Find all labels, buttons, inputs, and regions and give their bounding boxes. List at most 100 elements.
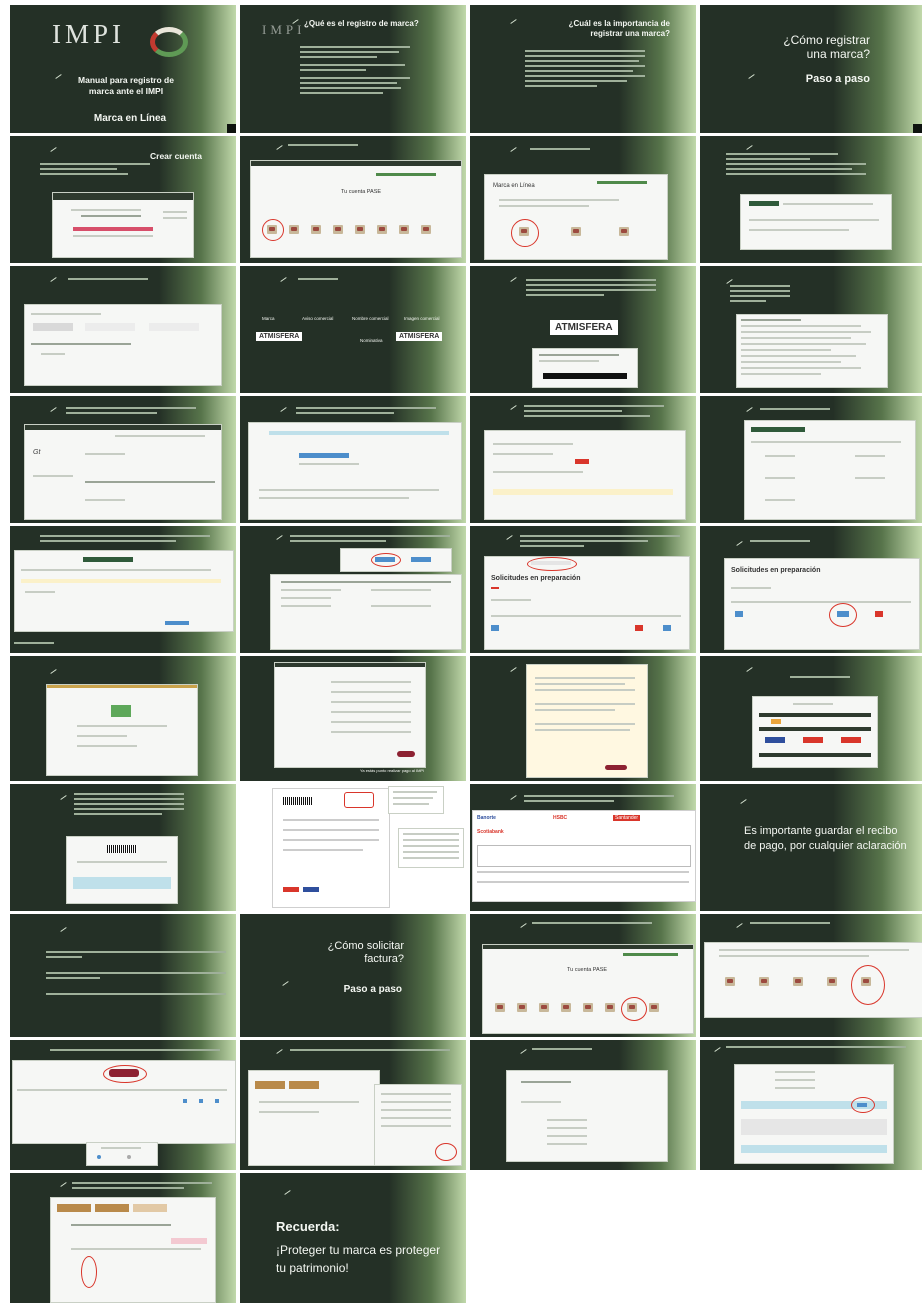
accept-button[interactable] [605,765,627,770]
slide-20[interactable]: Solicitudes en preparación [700,526,922,653]
slide-10[interactable]: Marca Aviso comercial Nombre comercial I… [240,266,466,393]
slide-2[interactable]: IMPI ¿Qué es el registro de marca? [240,5,466,133]
arrow-icon [60,1181,69,1187]
service-icon [289,225,299,234]
slide-17[interactable] [10,526,236,653]
slide-34[interactable] [240,1040,466,1170]
slide-19[interactable]: Solicitudes en preparación [470,526,696,653]
payment-option-bar [759,727,871,731]
screenshot-line [77,735,127,737]
slide-26[interactable] [240,784,466,911]
slide-31[interactable]: Tu cuenta PASE [470,914,696,1037]
type-example-logo: ATMISFERA [396,332,443,341]
slide-body [750,922,830,924]
slide-29[interactable] [10,914,236,1037]
slide-6[interactable]: Tu cuenta PASE [240,136,466,263]
slide-5[interactable]: Crear cuenta [10,136,236,263]
slide-24[interactable] [700,656,922,781]
slide-body [300,43,410,123]
screenshot-metodo-pago [752,696,878,768]
slide-18[interactable] [240,526,466,653]
screenshot-line [719,955,869,957]
screenshot-line [749,229,849,231]
highlight-circle [851,1097,875,1113]
slide-21[interactable] [10,656,236,781]
slide-35[interactable] [470,1040,696,1170]
service-icon [399,225,409,234]
service-icon [333,225,343,234]
slide-15[interactable] [470,396,696,523]
screenshot-paso [248,1070,380,1166]
screenshot-pagar: Solicitudes en preparación [724,558,920,650]
slide-38[interactable]: Recuerda: ¡Proteger tu marca es proteger… [240,1173,466,1303]
screenshot-line [371,605,431,607]
slide-36[interactable] [700,1040,922,1170]
service-icon [495,1003,505,1012]
slide-body [74,790,184,818]
arrow-icon [292,18,301,24]
screenshot-line [331,721,411,723]
option-field [85,323,135,331]
arrow-icon [280,406,289,412]
screenshot-line [283,839,379,841]
barcode [283,797,313,805]
screenshot-line [85,481,215,483]
option-field [149,323,199,331]
slide-8[interactable] [700,136,922,263]
slide-28[interactable]: Es importante guardar el recibo de pago,… [700,784,922,911]
radio-option[interactable] [97,1155,101,1159]
screenshot-line [101,1147,141,1149]
screenshot-line [521,1101,561,1103]
slide-33[interactable] [10,1040,236,1170]
screenshot-tipo [24,304,222,386]
slide-1[interactable]: IMPI Manual para registro de marca ante … [10,5,236,133]
screenshot-line [331,701,411,703]
screenshot-line [25,591,55,593]
step-arrow [289,1081,319,1089]
slide-25[interactable] [10,784,236,911]
slide-3[interactable]: ¿Cuál es la importancia de registrar una… [470,5,696,133]
service-icon [725,977,735,986]
screenshot-line [855,455,885,457]
screenshot-line [393,791,437,793]
slide-27[interactable]: Banorte HSBC Santander Scotiabank [470,784,696,911]
service-icon [827,977,837,986]
arrow-icon [50,406,59,412]
screenshot-tabla [14,550,234,632]
slide-7[interactable]: Marca en Línea [470,136,696,263]
slide-11[interactable]: ATMISFERA [470,266,696,393]
bank-name: Scotiabank [477,829,504,835]
portal-title: Solicitudes en preparación [491,575,581,582]
slide-glow [833,5,922,133]
text-area [741,1119,887,1135]
slide-4[interactable]: ¿Cómo registrar una marca? Paso a paso [700,5,922,133]
arrow-icon [60,926,69,932]
slide-13[interactable]: Gt [10,396,236,523]
screenshot-line [381,1109,451,1111]
slide-12[interactable] [700,266,922,393]
slide-37[interactable] [10,1173,236,1303]
logo-sample: Gt [33,449,41,456]
slide-body [520,532,680,550]
slide-30[interactable]: ¿Cómo solicitar factura? Paso a paso [240,914,466,1037]
slide-14[interactable] [240,396,466,523]
slide-23[interactable] [470,656,696,781]
screenshot-line [547,1143,587,1145]
screenshot-line [731,587,771,589]
slide-glow [389,914,466,1037]
screenshot-line [371,589,431,591]
pay-button[interactable] [397,751,415,757]
screenshot-line [775,1079,815,1081]
screenshot-line [403,857,459,859]
type-label: Nombre comercial [352,316,389,321]
slide-32[interactable] [700,914,922,1037]
screenshot-line [741,325,861,327]
slide-9[interactable] [10,266,236,393]
radio-option[interactable] [127,1155,131,1159]
slide-16[interactable] [700,396,922,523]
slide-22[interactable]: Ya estás punto realizar pago al IMPI [240,656,466,781]
info-banner [269,431,449,435]
slide-body [526,276,656,299]
screenshot-line [77,725,167,727]
slide-body [298,278,338,280]
